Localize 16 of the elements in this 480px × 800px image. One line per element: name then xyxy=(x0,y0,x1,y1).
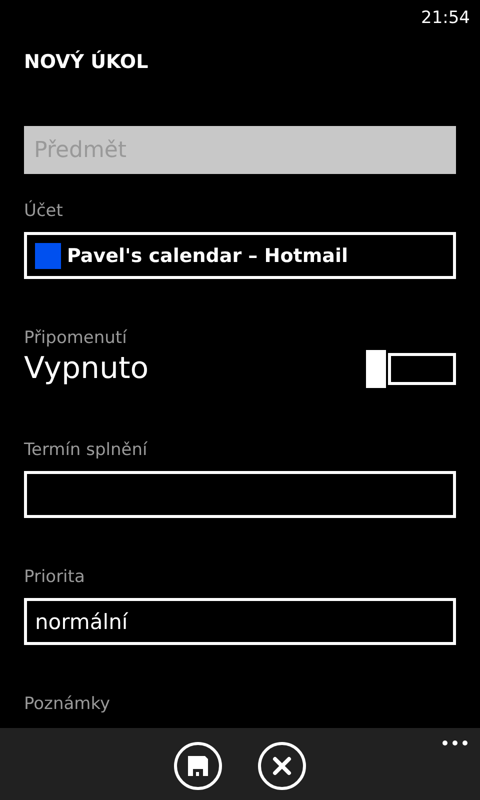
close-button[interactable] xyxy=(258,742,306,790)
priority-picker[interactable]: normální xyxy=(24,598,456,645)
reminder-toggle[interactable] xyxy=(366,350,456,388)
field-label: Poznámky xyxy=(24,693,110,715)
page-title: NOVÝ ÚKOL xyxy=(24,51,150,75)
field-label: Připomenutí xyxy=(24,327,127,349)
account-picker[interactable]: Pavel's calendar – Hotmail xyxy=(24,232,456,279)
field-label: Priorita xyxy=(24,566,85,588)
field-label: Účet xyxy=(24,200,63,222)
save-button[interactable] xyxy=(174,742,222,790)
reminder-value: Vypnuto xyxy=(24,350,149,388)
field-label: Termín splnění xyxy=(24,439,148,461)
more-icon[interactable] xyxy=(442,740,468,746)
clock: 21:54 xyxy=(421,8,470,28)
close-icon xyxy=(272,756,292,776)
due-date-field[interactable] xyxy=(24,471,456,518)
